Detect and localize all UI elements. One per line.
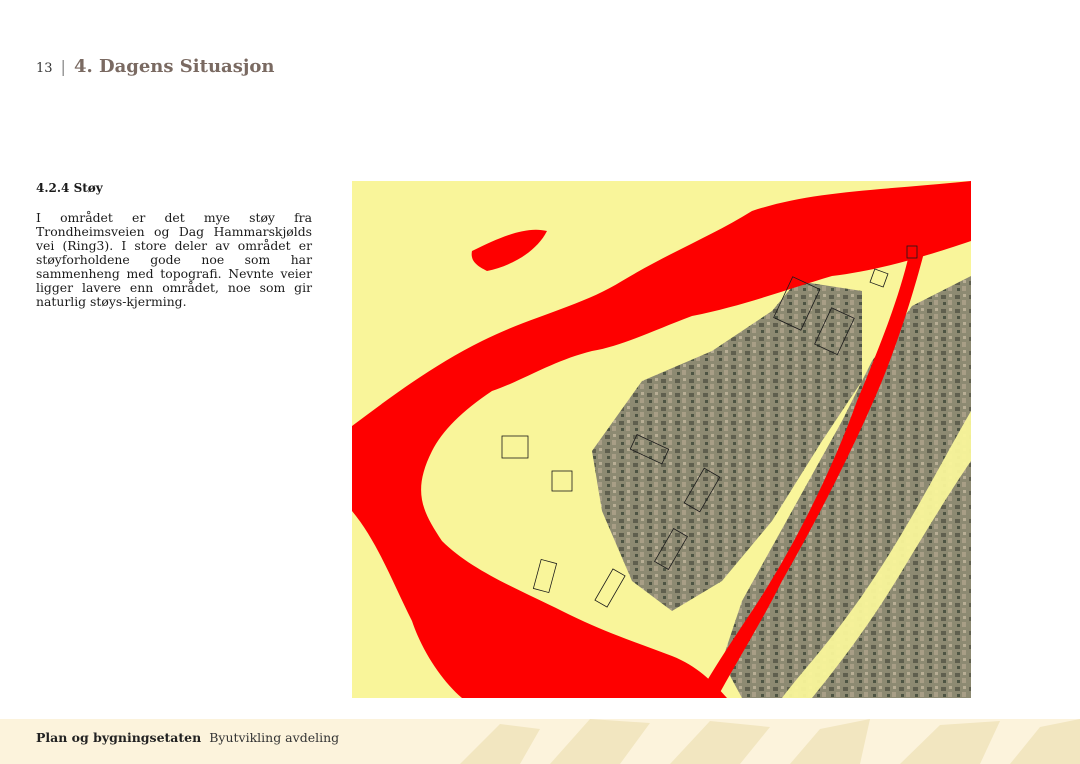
chapter-title: 4. Dagens Situasjon	[73, 56, 275, 77]
footer: Plan og bygningsetaten Byutvikling avdel…	[0, 719, 1080, 764]
noise-map	[352, 181, 971, 698]
footer-text: Plan og bygningsetaten Byutvikling avdel…	[36, 730, 339, 745]
section-heading: 4.2.4 Støy	[36, 181, 103, 195]
footer-street-pattern	[460, 719, 1080, 764]
section-body: I området er det mye støy fra Trondheims…	[36, 210, 312, 309]
page-number: 13	[36, 61, 53, 76]
noise-section: 4.2.4 Støy I området er det mye støy fra…	[36, 181, 312, 309]
page-header: 13 | 4. Dagens Situasjon	[36, 56, 274, 82]
noise-map-graphic	[352, 181, 971, 698]
footer-department: Byutvikling avdeling	[209, 730, 340, 745]
header-separator: |	[60, 57, 66, 76]
footer-organization: Plan og bygningsetaten	[36, 730, 202, 745]
